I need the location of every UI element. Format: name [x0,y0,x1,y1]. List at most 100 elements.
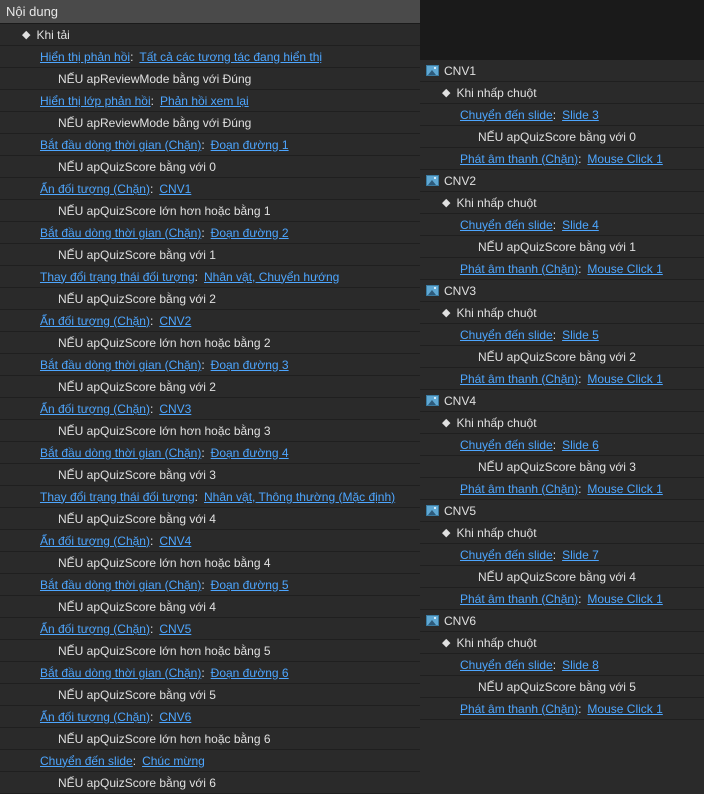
event-row[interactable]: ◆Khi nhấp chuột [420,192,704,214]
action-row[interactable]: Chuyển đến slideSlide 8 [420,654,704,676]
condition-row[interactable]: NẾU apQuizScore bằng với 2 [0,288,420,310]
action-row[interactable]: Ẩn đối tượng (Chặn)CNV4 [0,530,420,552]
condition-row[interactable]: NẾU apQuizScore lớn hơn hoặc bằng 3 [0,420,420,442]
action-row[interactable]: Hiển thị phản hồi Tất cả các tương tác đa… [0,46,420,68]
action-target-link[interactable]: CNV6 [159,710,191,724]
object-row[interactable]: CNV2 [420,170,704,192]
action-target-link[interactable]: Đoạn đường 4 [211,446,289,460]
action-target-link[interactable]: Đoạn đường 1 [211,138,289,152]
action-target-link[interactable]: Mouse Click 1 [587,372,662,386]
action-target-link[interactable]: CNV1 [159,182,191,196]
condition-row[interactable]: NẾU apQuizScore bằng với 2 [420,346,704,368]
action-link[interactable]: Chuyển đến slide [460,108,557,122]
condition-row[interactable]: NẾU apQuizScore lớn hơn hoặc bằng 2 [0,332,420,354]
action-target-link[interactable]: Tất cả các tương tác đang hiển thị [139,50,322,64]
action-row[interactable]: Hiển thị lớp phản hồi Phản hồi xem lại [0,90,420,112]
action-link[interactable]: Chuyển đến slide [40,754,137,768]
action-row[interactable]: Ẩn đối tượng (Chặn) CNV3 [0,398,420,420]
condition-row[interactable]: NẾU apQuizScore bằng với 2 [0,376,420,398]
condition-row[interactable]: NẾU apQuizScore bằng với 1 [0,244,420,266]
condition-row[interactable]: NẾU apQuizScore bằng với 6 [0,772,420,794]
condition-row[interactable]: NẾU apQuizScore bằng với 4 [420,566,704,588]
action-link[interactable]: Ẩn đối tượng (Chặn) [40,534,154,548]
condition-row[interactable]: NẾU apQuizScore bằng với 0 [420,126,704,148]
action-link[interactable]: Ẩn đối tượng (Chặn) [40,402,154,416]
object-row[interactable]: CNV5 [420,500,704,522]
event-row[interactable]: ◆Khi nhấp chuột [420,632,704,654]
event-row[interactable]: ◆Khi nhấp chuột [420,412,704,434]
action-link[interactable]: Bắt đầu dòng thời gian (Chặn) [40,226,206,240]
action-target-link[interactable]: Slide 3 [562,108,599,122]
action-target-link[interactable]: Slide 7 [562,548,599,562]
action-target-link[interactable]: Phản hồi xem lại [160,94,249,108]
condition-row[interactable]: NẾU apQuizScore lớn hơn hoặc bằng 4 [0,552,420,574]
condition-row[interactable]: NẾU apReviewMode bằng với Đúng [0,68,420,90]
action-target-link[interactable]: Mouse Click 1 [587,702,662,716]
action-link[interactable]: Hiển thị lớp phản hồi [40,94,155,108]
condition-row[interactable]: NẾU apQuizScore bằng với 4 [0,596,420,618]
action-link[interactable]: Chuyển đến slide [460,658,557,672]
action-row[interactable]: Phát âm thanh (Chặn)Mouse Click 1 [420,478,704,500]
action-row[interactable]: Bắt đầu dòng thời gian (Chặn)Đoạn đường … [0,662,420,684]
action-link[interactable]: Phát âm thanh (Chặn) [460,702,582,716]
object-row[interactable]: CNV4 [420,390,704,412]
object-row[interactable]: CNV1 [420,60,704,82]
action-row[interactable]: Bắt đầu dòng thời gian (Chặn) Đoạn đường … [0,354,420,376]
action-target-link[interactable]: Mouse Click 1 [587,152,662,166]
action-target-link[interactable]: Đoạn đường 5 [211,578,289,592]
object-row[interactable]: CNV3 [420,280,704,302]
action-link[interactable]: Bắt đầu dòng thời gian (Chặn) [40,138,206,152]
condition-row[interactable]: NẾU apQuizScore bằng với 5 [420,676,704,698]
action-target-link[interactable]: Mouse Click 1 [587,482,662,496]
action-link[interactable]: Bắt đầu dòng thời gian (Chặn) [40,578,206,592]
action-target-link[interactable]: Đoạn đường 2 [211,226,289,240]
action-link[interactable]: Bắt đầu dòng thời gian (Chặn) [40,446,206,460]
action-target-link[interactable]: CNV3 [159,402,191,416]
action-link[interactable]: Chuyển đến slide [460,438,557,452]
action-link[interactable]: Thay đổi trạng thái đối tượng [40,270,199,284]
action-link[interactable]: Ẩn đối tượng (Chặn) [40,314,154,328]
condition-row[interactable]: NẾU apReviewMode bằng với Đúng [0,112,420,134]
event-row[interactable]: ◆Khi nhấp chuột [420,82,704,104]
condition-row[interactable]: NẾU apQuizScore lớn hơn hoặc bằng 5 [0,640,420,662]
action-row[interactable]: Chuyển đến slideSlide 5 [420,324,704,346]
action-row[interactable]: Ẩn đối tượng (Chặn) CNV1 [0,178,420,200]
action-link[interactable]: Chuyển đến slide [460,548,557,562]
action-link[interactable]: Phát âm thanh (Chặn) [460,592,582,606]
action-row[interactable]: Bắt đầu dòng thời gian (Chặn) Đoạn đường … [0,222,420,244]
action-target-link[interactable]: Nhân vật, Chuyển hướng [204,270,339,284]
action-row[interactable]: Bắt đầu dòng thời gian (Chặn) Đoạn đường … [0,134,420,156]
action-target-link[interactable]: Chúc mừng [142,754,205,768]
action-target-link[interactable]: Slide 5 [562,328,599,342]
action-link[interactable]: Bắt đầu dòng thời gian (Chặn) [40,666,206,680]
condition-row[interactable]: NẾU apQuizScore bằng với 4 [0,508,420,530]
condition-row[interactable]: NẾU apQuizScore bằng với 5 [0,684,420,706]
action-target-link[interactable]: Mouse Click 1 [587,592,662,606]
action-target-link[interactable]: Đoạn đường 3 [211,358,289,372]
action-row[interactable]: Bắt đầu dòng thời gian (Chặn) Đoạn đường … [0,574,420,596]
object-row[interactable]: CNV6 [420,610,704,632]
event-row[interactable]: ◆Khi nhấp chuột [420,302,704,324]
action-link[interactable]: Thay đổi trạng thái đối tượng [40,490,199,504]
action-target-link[interactable]: Slide 4 [562,218,599,232]
action-row[interactable]: Ẩn đối tượng (Chặn) CNV2 [0,310,420,332]
action-row[interactable]: Chuyển đến slide Chúc mừng [0,750,420,772]
action-target-link[interactable]: CNV2 [159,314,191,328]
action-target-link[interactable]: Slide 6 [562,438,599,452]
action-link[interactable]: Ẩn đối tượng (Chặn) [40,182,154,196]
condition-row[interactable]: NẾU apQuizScore bằng với 1 [420,236,704,258]
action-row[interactable]: Phát âm thanh (Chặn)Mouse Click 1 [420,258,704,280]
action-link[interactable]: Phát âm thanh (Chặn) [460,152,582,166]
action-target-link[interactable]: Nhân vật, Thông thường (Mặc định) [204,490,395,504]
action-row[interactable]: Thay đổi trạng thái đối tượng Nhân vật, C… [0,266,420,288]
action-row[interactable]: Phát âm thanh (Chặn) Mouse Click 1 [420,368,704,390]
action-target-link[interactable]: CNV5 [159,622,191,636]
action-row[interactable]: Bắt đầu dòng thời gian (Chặn) Đoạn đường … [0,442,420,464]
action-link[interactable]: Phát âm thanh (Chặn) [460,372,582,386]
action-row[interactable]: Chuyển đến slideSlide 4 [420,214,704,236]
action-link[interactable]: Hiển thị phản hồi [40,50,134,64]
condition-row[interactable]: NẾU apQuizScore lớn hơn hoặc bằng 6 [0,728,420,750]
action-link[interactable]: Bắt đầu dòng thời gian (Chặn) [40,358,206,372]
condition-row[interactable]: NẾU apQuizScore bằng với 0 [0,156,420,178]
action-row[interactable]: Chuyển đến slide Slide 6 [420,434,704,456]
